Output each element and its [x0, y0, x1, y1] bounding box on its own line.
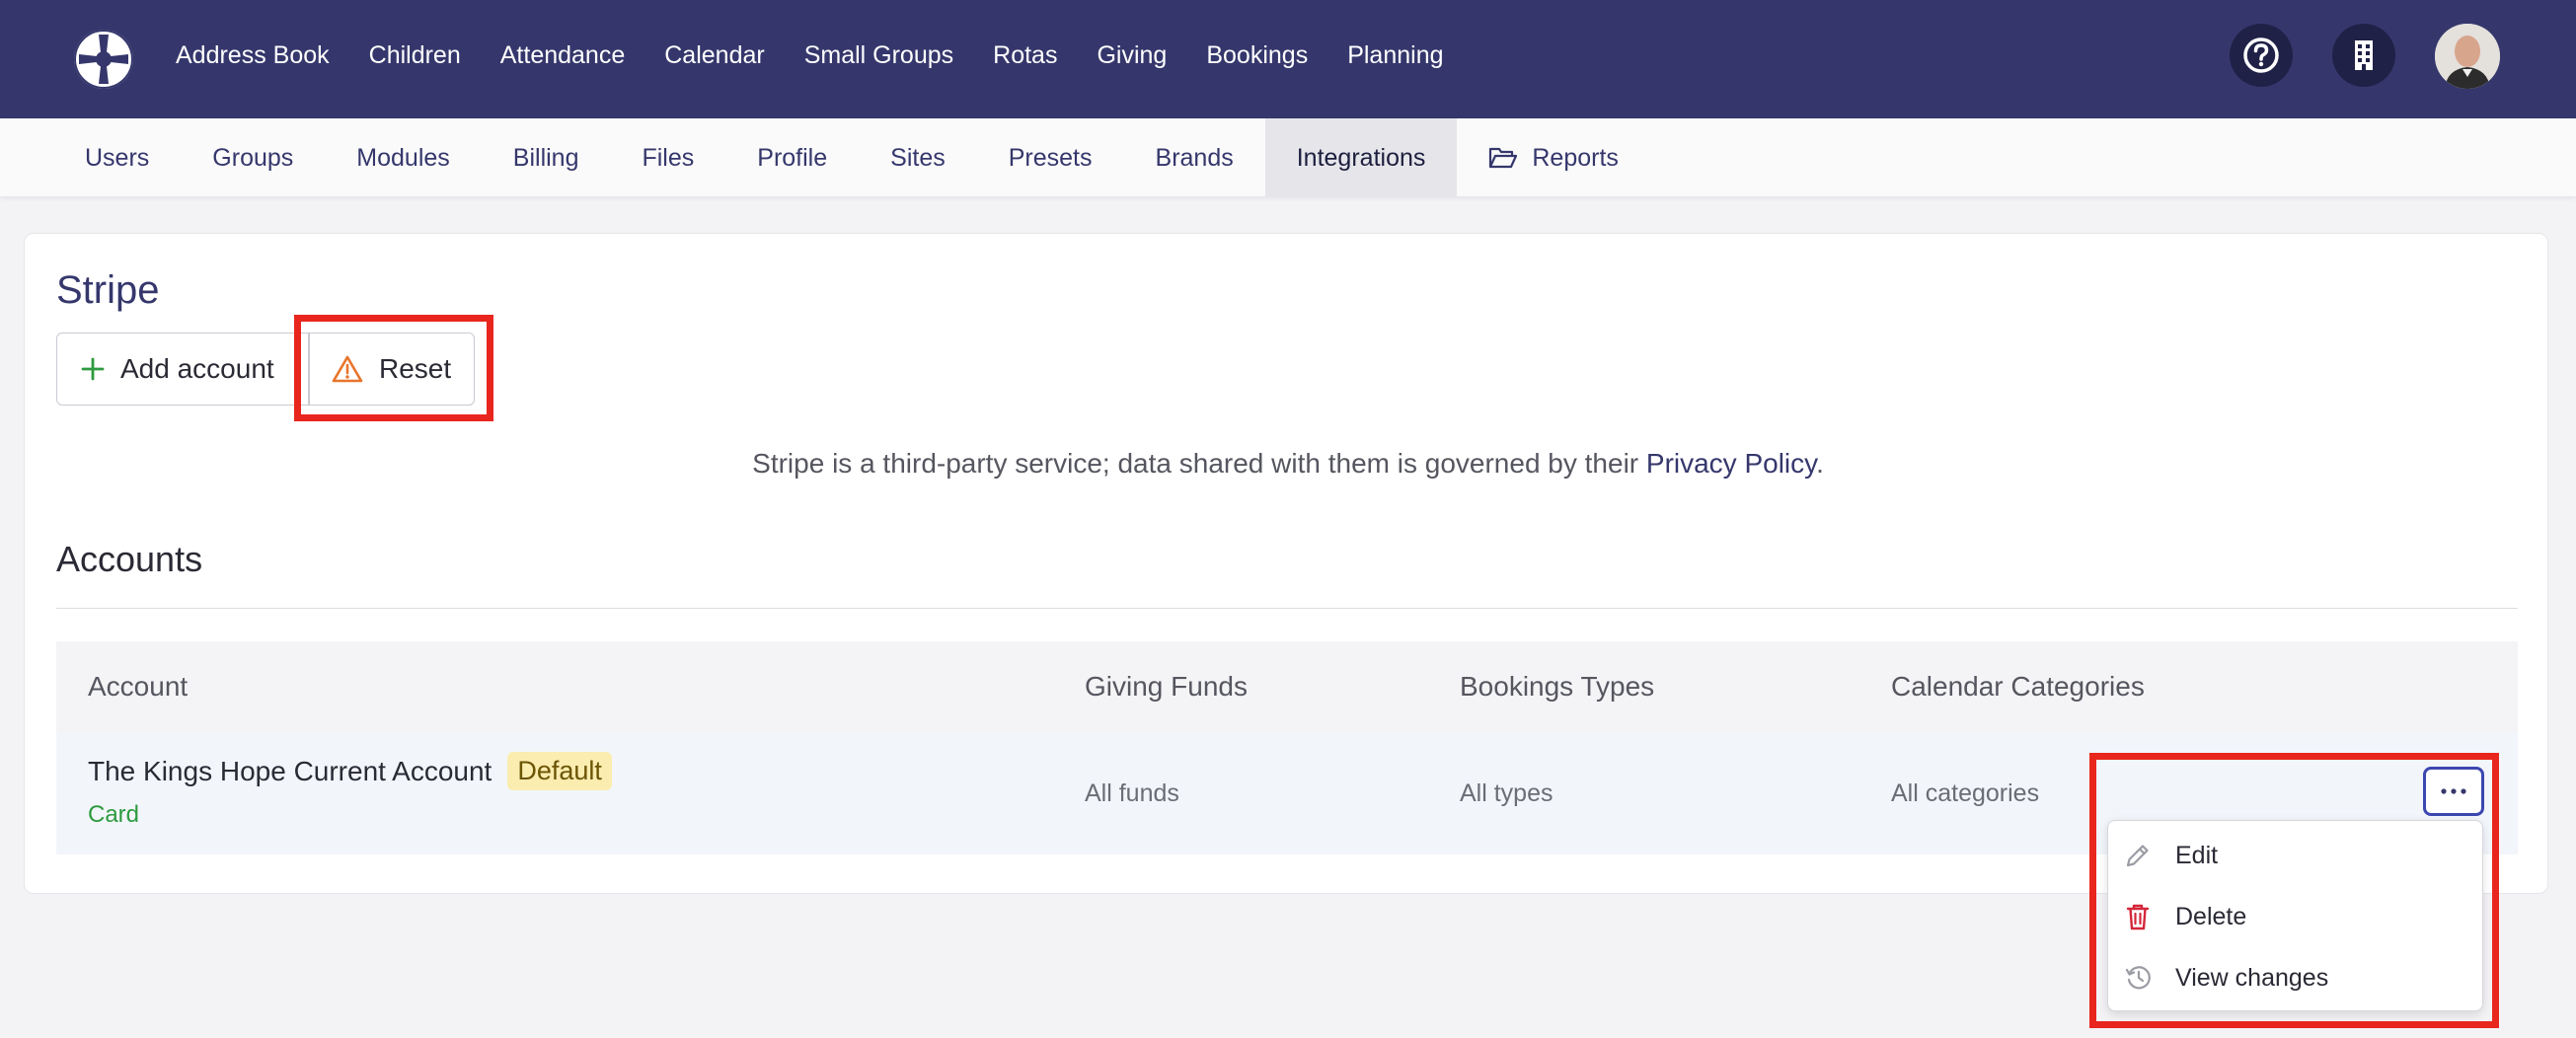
column-header-account: Account	[88, 671, 189, 702]
menu-item-view-changes[interactable]: View changes	[2108, 947, 2484, 1008]
tab-profile[interactable]: Profile	[725, 118, 859, 197]
menu-item-delete[interactable]: Delete	[2108, 886, 2484, 947]
tab-integrations[interactable]: Integrations	[1264, 118, 1458, 197]
reset-button[interactable]: Reset	[309, 333, 475, 406]
account-type: Card	[88, 801, 140, 828]
privacy-note-end: .	[1816, 448, 1824, 479]
row-actions-button[interactable]	[2423, 767, 2484, 816]
building-icon	[2355, 40, 2373, 70]
trash-icon	[2124, 902, 2156, 931]
folder-open-icon	[1488, 146, 1518, 170]
menu-item-edit-label: Edit	[2175, 841, 2219, 869]
tab-billing[interactable]: Billing	[482, 118, 611, 197]
accounts-heading: Accounts	[56, 539, 203, 579]
calendar-categories-cell: All categories	[1891, 778, 2040, 807]
avatar-photo-icon	[2435, 24, 2500, 89]
giving-funds-cell: All funds	[1085, 778, 1179, 807]
add-account-label: Add account	[120, 353, 274, 384]
tab-sites[interactable]: Sites	[859, 118, 977, 197]
page-title: Stripe	[56, 268, 160, 312]
settings-subnavbar: Users Groups Modules Billing Files Profi…	[0, 118, 2576, 197]
column-header-calendar-categories: Calendar Categories	[1891, 671, 2145, 702]
tab-modules[interactable]: Modules	[325, 118, 482, 197]
user-avatar[interactable]	[2435, 24, 2500, 89]
nav-attendance[interactable]: Attendance	[500, 41, 626, 70]
add-account-button[interactable]: Add account	[56, 333, 309, 406]
main-navigation: Address Book Children Attendance Calenda…	[176, 0, 1483, 111]
help-button[interactable]	[2230, 24, 2293, 87]
nav-calendar[interactable]: Calendar	[664, 41, 764, 70]
nav-giving[interactable]: Giving	[1097, 41, 1167, 70]
plus-icon	[81, 357, 105, 381]
tab-users[interactable]: Users	[53, 118, 181, 197]
row-actions-menu: Edit Delete View changes	[2107, 820, 2483, 1011]
history-icon	[2124, 963, 2156, 993]
warning-icon	[332, 355, 363, 383]
menu-item-delete-label: Delete	[2175, 902, 2247, 930]
ellipsis-icon	[2441, 788, 2466, 794]
nav-address-book[interactable]: Address Book	[176, 41, 330, 70]
tab-reports-label: Reports	[1532, 143, 1619, 172]
section-divider	[56, 608, 2518, 609]
column-header-bookings-types: Bookings Types	[1460, 671, 1655, 702]
pencil-icon	[2124, 842, 2156, 869]
privacy-note: Stripe is a third-party service; data sh…	[0, 448, 2576, 480]
nav-children[interactable]: Children	[369, 41, 461, 70]
top-navbar: Address Book Children Attendance Calenda…	[0, 0, 2576, 118]
nav-bookings[interactable]: Bookings	[1206, 41, 1308, 70]
column-header-giving-funds: Giving Funds	[1085, 671, 1248, 702]
reset-label: Reset	[379, 353, 452, 384]
tab-brands[interactable]: Brands	[1124, 118, 1265, 197]
privacy-policy-link[interactable]: Privacy Policy	[1646, 448, 1816, 479]
nav-rotas[interactable]: Rotas	[993, 41, 1057, 70]
tab-reports[interactable]: Reports	[1457, 118, 1650, 197]
organisation-button[interactable]	[2332, 24, 2395, 87]
menu-item-view-changes-label: View changes	[2175, 963, 2329, 992]
privacy-note-text: Stripe is a third-party service; data sh…	[752, 448, 1646, 479]
settings-tabs: Users Groups Modules Billing Files Profi…	[53, 118, 1650, 197]
menu-item-edit[interactable]: Edit	[2108, 825, 2484, 886]
church-logo-icon[interactable]	[71, 27, 136, 92]
tab-presets[interactable]: Presets	[977, 118, 1124, 197]
tab-files[interactable]: Files	[610, 118, 725, 197]
account-name: The Kings Hope Current Account	[88, 755, 492, 786]
tab-groups[interactable]: Groups	[181, 118, 325, 197]
accounts-table-header: Account Giving Funds Bookings Types Cale…	[56, 641, 2518, 732]
account-name-cell: The Kings Hope Current Account Default	[88, 752, 612, 790]
nav-small-groups[interactable]: Small Groups	[804, 41, 953, 70]
nav-planning[interactable]: Planning	[1347, 41, 1443, 70]
help-icon	[2243, 37, 2279, 73]
bookings-types-cell: All types	[1460, 778, 1553, 807]
default-badge: Default	[507, 752, 612, 790]
